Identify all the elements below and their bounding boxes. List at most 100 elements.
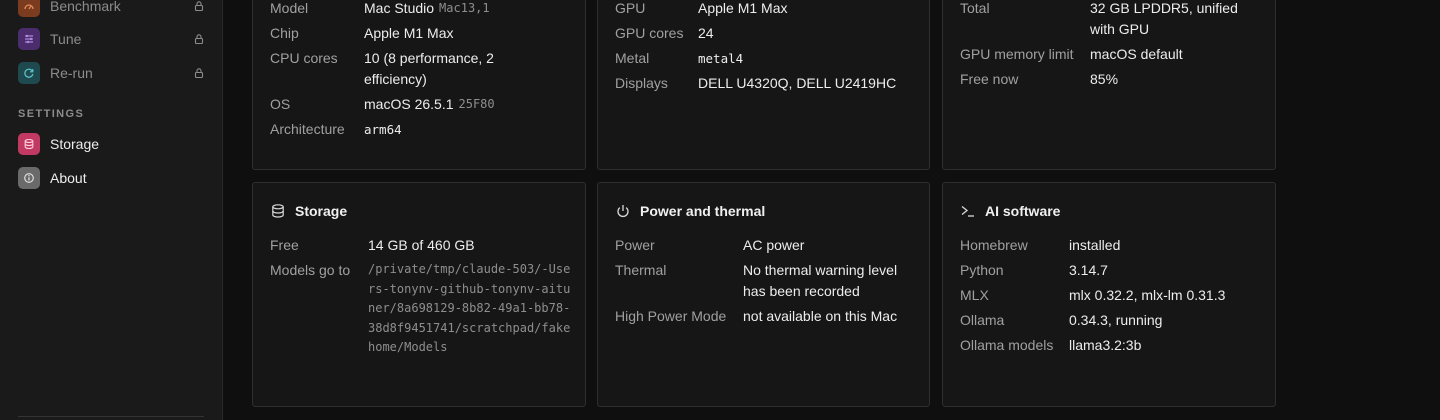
power-value: AC power <box>743 237 805 253</box>
memory-card: Total 32 GB LPDDR5, unified with GPU GPU … <box>942 0 1276 170</box>
gpu-cores-row: GPU cores 24 <box>615 23 714 44</box>
ai-card-title: AI software <box>985 203 1061 219</box>
thermal-value: No thermal warning level has been recorde… <box>743 262 898 299</box>
database-icon <box>272 204 284 218</box>
python-value: 3.14.7 <box>1069 262 1108 278</box>
free-now-row: Free now 85% <box>960 69 1118 90</box>
machine-card: Model Mac Studio Mac13,1 Chip Apple M1 M… <box>252 0 586 170</box>
storage-free-key: Free <box>270 237 299 253</box>
sidebar-item-tune[interactable]: Tune <box>18 28 208 50</box>
sidebar-divider <box>18 416 204 417</box>
model-id: Mac13,1 <box>439 1 490 15</box>
arch-value: arm64 <box>364 122 402 137</box>
model-value: Mac Studio <box>364 0 435 16</box>
gpu-row: GPU Apple M1 Max <box>615 0 787 19</box>
sidebar-item-benchmark[interactable]: Benchmark <box>18 0 208 17</box>
chip-row: Chip Apple M1 Max <box>270 23 453 44</box>
power-icon <box>617 205 629 218</box>
chip-value: Apple M1 Max <box>364 25 454 41</box>
storage-free-value: 14 GB of 460 GB <box>368 237 475 253</box>
os-value: macOS 26.5.1 <box>364 96 454 112</box>
models-path-value: /private/tmp/claude-503/-Users-tonynv-gi… <box>368 262 571 354</box>
model-key: Model <box>270 0 309 16</box>
thermal-key: Thermal <box>615 262 667 278</box>
info-icon <box>18 167 40 189</box>
ai-card-header: AI software <box>960 202 1060 220</box>
ollama-value: 0.34.3, running <box>1069 312 1163 328</box>
high-power-row: High Power Mode not available on this Ma… <box>615 306 897 327</box>
displays-value: DELL U4320Q, DELL U2419HC <box>698 75 897 91</box>
free-now-value: 85% <box>1090 71 1119 87</box>
storage-card-title: Storage <box>295 203 348 219</box>
total-key: Total <box>960 0 990 16</box>
metal-key: Metal <box>615 50 650 66</box>
power-card-title: Power and thermal <box>640 203 766 219</box>
homebrew-value: installed <box>1069 237 1121 253</box>
sidebar-item-about[interactable]: About <box>18 167 208 189</box>
graphics-card: GPU Apple M1 Max GPU cores 24 Metal meta… <box>597 0 930 170</box>
os-key: OS <box>270 96 291 112</box>
storage-free-row: Free 14 GB of 460 GB <box>270 235 475 256</box>
ollama-models-row: Ollama models llama3.2:3b <box>960 335 1141 356</box>
models-path-row: Models go to /private/tmp/claude-503/-Us… <box>270 260 573 358</box>
sidebar-item-label: Benchmark <box>50 0 121 14</box>
homebrew-key: Homebrew <box>960 237 1028 253</box>
sidebar-item-label: Tune <box>50 31 82 47</box>
total-row: Total 32 GB LPDDR5, unified with GPU <box>960 0 1238 40</box>
database-icon <box>18 133 40 155</box>
total-value: 32 GB LPDDR5, unified with GPU <box>1090 0 1238 37</box>
gpu-value: Apple M1 Max <box>698 0 788 16</box>
power-card-header: Power and thermal <box>615 202 765 220</box>
mlx-row: MLX mlx 0.32.2, mlx-lm 0.31.3 <box>960 285 1225 306</box>
settings-section-title: SETTINGS <box>18 108 85 120</box>
high-power-key: High Power Mode <box>615 308 727 324</box>
ollama-row: Ollama 0.34.3, running <box>960 310 1162 331</box>
gpu-limit-key: GPU memory limit <box>960 46 1074 62</box>
ollama-models-value: llama3.2:3b <box>1069 337 1142 353</box>
models-path-key: Models go to <box>270 262 351 278</box>
gpu-limit-value: macOS default <box>1090 46 1183 62</box>
storage-card-header: Storage <box>270 202 347 220</box>
arch-key: Architecture <box>270 121 345 137</box>
displays-key: Displays <box>615 75 668 91</box>
displays-row: Displays DELL U4320Q, DELL U2419HC <box>615 73 896 94</box>
python-key: Python <box>960 262 1004 278</box>
os-row: OS macOS 26.5.1 25F80 <box>270 94 495 115</box>
sidebar-item-label: About <box>50 170 87 186</box>
gauge-icon <box>18 0 40 17</box>
thermal-row: Thermal No thermal warning level has been… <box>615 260 897 302</box>
gpu-limit-row: GPU memory limit macOS default <box>960 44 1183 65</box>
power-card: Power and thermal Power AC power Thermal… <box>597 182 930 407</box>
cpu-value: 10 (8 performance, 2 efficiency) <box>364 50 494 87</box>
chip-key: Chip <box>270 25 299 41</box>
cpu-key: CPU cores <box>270 50 338 66</box>
ollama-key: Ollama <box>960 312 1005 328</box>
free-now-key: Free now <box>960 71 1019 87</box>
refresh-icon <box>18 62 40 84</box>
sidebar-item-label: Re-run <box>50 65 93 81</box>
sidebar-item-storage[interactable]: Storage <box>18 133 208 155</box>
model-row: Model Mac Studio Mac13,1 <box>270 0 490 19</box>
python-row: Python 3.14.7 <box>960 260 1108 281</box>
sidebar-item-rerun[interactable]: Re-run <box>18 62 208 84</box>
gpu-cores-key: GPU cores <box>615 25 684 41</box>
power-row: Power AC power <box>615 235 804 256</box>
lock-icon <box>194 1 204 12</box>
lock-icon <box>194 68 204 79</box>
sidebar: Benchmark Tune Re-run SETTINGS Storage A… <box>0 0 223 420</box>
mlx-key: MLX <box>960 287 989 303</box>
metal-row: Metal metal4 <box>615 48 743 69</box>
gpu-key: GPU <box>615 0 646 16</box>
power-key: Power <box>615 237 655 253</box>
sidebar-item-label: Storage <box>50 136 100 152</box>
arch-row: Architecture arm64 <box>270 119 402 140</box>
terminal-icon <box>961 205 974 217</box>
sliders-icon <box>18 28 40 50</box>
metal-value: metal4 <box>698 51 744 66</box>
high-power-value: not available on this Mac <box>743 308 898 324</box>
os-build: 25F80 <box>458 97 495 111</box>
storage-card: Storage Free 14 GB of 460 GB Models go t… <box>252 182 586 407</box>
lock-icon <box>194 34 204 45</box>
homebrew-row: Homebrew installed <box>960 235 1120 256</box>
cpu-row: CPU cores 10 (8 performance, 2 efficiency… <box>270 48 494 90</box>
